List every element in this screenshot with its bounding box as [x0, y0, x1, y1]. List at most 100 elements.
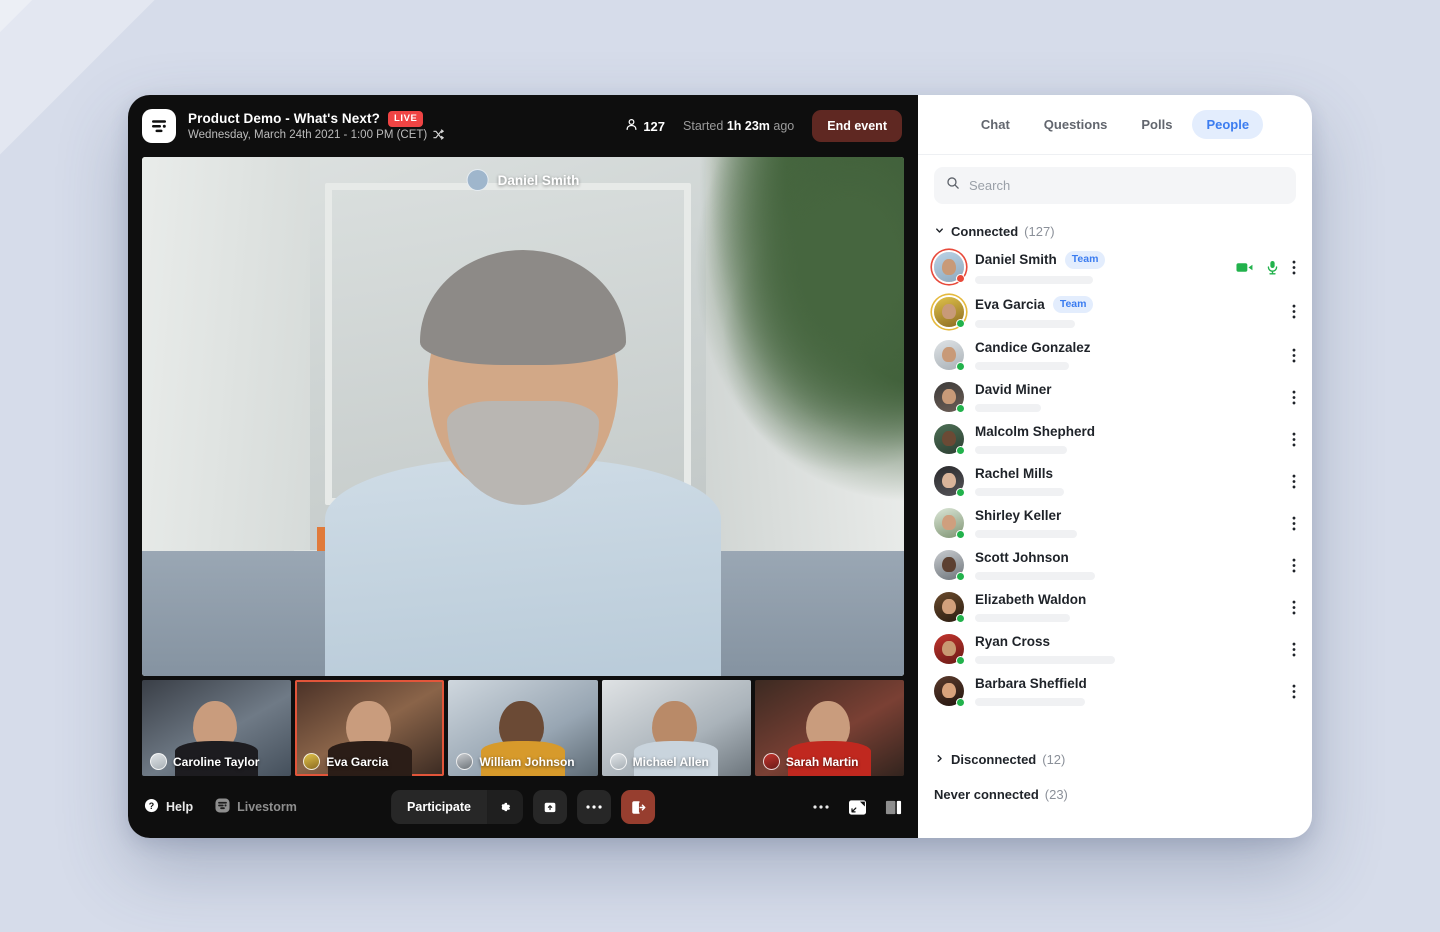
person-name: Scott Johnson: [975, 550, 1069, 566]
page-title: Product Demo - What's Next?: [188, 111, 380, 127]
main-video-tile[interactable]: Daniel Smith: [142, 157, 904, 676]
search-box[interactable]: [934, 167, 1296, 204]
end-event-button[interactable]: End event: [812, 110, 902, 142]
list-item[interactable]: Scott Johnson: [934, 544, 1296, 586]
help-button[interactable]: ? Help: [144, 798, 193, 816]
kebab-menu-icon[interactable]: [1292, 304, 1296, 319]
tab-chat[interactable]: Chat: [967, 110, 1024, 139]
list-item[interactable]: Eva Garcia Team: [934, 290, 1296, 335]
thumbnail-name: Michael Allen: [632, 754, 709, 769]
group-header-disconnected[interactable]: Disconnected (12): [934, 752, 1296, 767]
list-item[interactable]: Barbara Sheffield: [934, 670, 1296, 712]
list-item-content: Elizabeth Waldon: [975, 592, 1281, 623]
participate-button[interactable]: Participate: [391, 790, 487, 824]
list-item-content: Eva Garcia Team: [975, 295, 1281, 329]
person-name: Malcolm Shepherd: [975, 424, 1096, 440]
thumbnail-label: Sarah Martin: [762, 753, 859, 770]
kebab-menu-icon[interactable]: [1292, 600, 1296, 615]
thumbnail-tile[interactable]: Michael Allen: [601, 680, 751, 776]
ellipsis-icon[interactable]: [576, 790, 611, 824]
team-badge: Team: [1064, 251, 1106, 269]
chevron-down-icon: [934, 224, 945, 239]
main-speaker-name: Daniel Smith: [497, 172, 580, 188]
participate-group: Participate: [391, 790, 523, 824]
avatar: [150, 753, 167, 770]
tab-people[interactable]: People: [1192, 110, 1264, 139]
avatar: [934, 508, 965, 540]
person-name: Barbara Sheffield: [975, 676, 1087, 692]
share-upload-icon[interactable]: [532, 790, 567, 824]
list-item[interactable]: Ryan Cross: [934, 628, 1296, 670]
thumbnail-tile[interactable]: William Johnson: [448, 680, 598, 776]
list-item[interactable]: Daniel Smith Team: [934, 245, 1296, 290]
placeholder-bar: [975, 530, 1077, 539]
kebab-menu-icon[interactable]: [1292, 390, 1296, 405]
people-list[interactable]: Connected (127) Daniel Smith Team Eva Ga…: [918, 212, 1312, 838]
video-camera-icon[interactable]: [1236, 261, 1253, 274]
avatar: [934, 340, 965, 372]
row-actions: [1292, 600, 1296, 615]
group-header-never-connected[interactable]: Never connected (23): [934, 787, 1296, 802]
list-item[interactable]: Candice Gonzalez: [934, 334, 1296, 376]
kebab-menu-icon[interactable]: [1292, 558, 1296, 573]
list-item[interactable]: Malcolm Shepherd: [934, 418, 1296, 460]
list-item[interactable]: Elizabeth Waldon: [934, 586, 1296, 628]
list-item[interactable]: David Miner: [934, 376, 1296, 418]
shuffle-icon[interactable]: [433, 129, 445, 140]
kebab-menu-icon[interactable]: [1292, 684, 1296, 699]
kebab-menu-icon[interactable]: [1292, 516, 1296, 531]
status-badge: [956, 698, 965, 708]
session-duration: Started 1h 23m ago: [683, 119, 794, 133]
panel-tabs: Chat Questions Polls People: [918, 95, 1312, 155]
group-header-connected[interactable]: Connected (127): [934, 224, 1296, 239]
kebab-menu-icon[interactable]: [1292, 348, 1296, 363]
person-name: Ryan Cross: [975, 634, 1051, 650]
microphone-icon[interactable]: [1266, 260, 1279, 275]
status-badge: [956, 656, 965, 666]
placeholder-bar: [975, 614, 1070, 623]
thumbnail-tile[interactable]: Caroline Taylor: [142, 680, 292, 776]
video-stage: Product Demo - What's Next? LIVE Wednesd…: [128, 95, 918, 838]
help-label: Help: [166, 800, 194, 814]
tab-questions[interactable]: Questions: [1030, 110, 1122, 139]
picture-in-picture-icon[interactable]: [848, 799, 867, 816]
avatar: [934, 252, 965, 284]
avatar: [456, 753, 474, 770]
list-item-content: Scott Johnson: [975, 550, 1281, 581]
list-item[interactable]: Shirley Keller: [934, 502, 1296, 544]
list-item[interactable]: Rachel Mills: [934, 460, 1296, 502]
kebab-menu-icon[interactable]: [1292, 260, 1296, 275]
status-badge: [956, 404, 965, 414]
search-section: [918, 155, 1312, 212]
thumbnail-tile[interactable]: Eva Garcia: [295, 680, 445, 776]
thumbnail-tile[interactable]: Sarah Martin: [754, 680, 905, 776]
kebab-menu-icon[interactable]: [1292, 432, 1296, 447]
split-layout-icon[interactable]: [885, 799, 902, 816]
tab-polls[interactable]: Polls: [1127, 110, 1186, 139]
gear-icon[interactable]: [486, 790, 523, 824]
livestorm-brand-button[interactable]: Livestorm: [215, 798, 297, 816]
person-name: Eva Garcia: [975, 296, 1045, 312]
row-actions: [1292, 348, 1296, 363]
leave-door-icon[interactable]: [620, 790, 655, 824]
person-name: Daniel Smith: [975, 252, 1057, 268]
toolbar-center: Participate: [391, 790, 655, 824]
ellipsis-icon[interactable]: [812, 804, 830, 810]
list-item-content: Shirley Keller: [975, 508, 1281, 539]
status-badge: [956, 488, 965, 498]
toolbar-right: [812, 799, 902, 816]
placeholder-bar: [975, 320, 1075, 329]
group-label-connected: Connected: [951, 224, 1019, 239]
avatar: [934, 550, 965, 582]
placeholder-bar: [975, 404, 1041, 413]
stage-toolbar: ? Help Livestorm Participate: [128, 776, 918, 838]
kebab-menu-icon[interactable]: [1292, 642, 1296, 657]
thumbnail-label: William Johnson: [456, 753, 575, 770]
status-badge: LIVE: [387, 111, 424, 127]
attendee-count: 127: [625, 118, 665, 134]
thumbnail-name: William Johnson: [479, 754, 575, 769]
search-input[interactable]: [969, 178, 1284, 193]
thumbnail-label: Michael Allen: [609, 753, 709, 770]
kebab-menu-icon[interactable]: [1292, 474, 1296, 489]
row-actions: [1292, 516, 1296, 531]
